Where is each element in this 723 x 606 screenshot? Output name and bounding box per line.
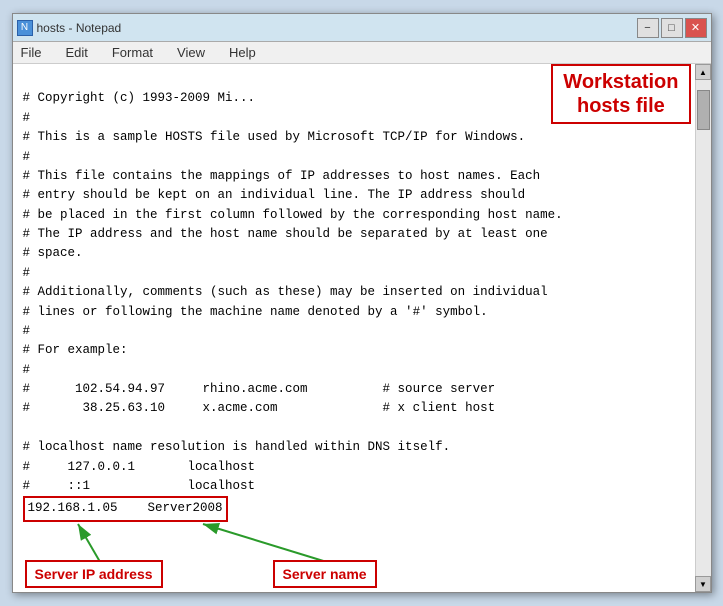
line1: # Copyright (c) 1993-2009 Mi... — [23, 91, 256, 105]
scrollbar-thumb[interactable] — [697, 90, 710, 130]
line16: # 102.54.94.97 rhino.acme.com # source s… — [23, 382, 496, 396]
entry-ip: 192.168.1.05 — [28, 501, 118, 515]
notepad-window: N hosts - Notepad − □ ✕ File Edit Format… — [12, 13, 712, 593]
menu-view[interactable]: View — [173, 43, 209, 62]
hosts-file-text[interactable]: # Copyright (c) 1993-2009 Mi... # # This… — [13, 64, 695, 592]
minimize-button[interactable]: − — [637, 18, 659, 38]
line13: # — [23, 324, 31, 338]
scrollbar-track[interactable] — [696, 80, 711, 576]
line21: # ::1 localhost — [23, 479, 256, 493]
hosts-entry-line: 192.168.1.05 Server2008 — [23, 496, 228, 521]
menu-help[interactable]: Help — [225, 43, 260, 62]
line11: # Additionally, comments (such as these)… — [23, 285, 548, 299]
scroll-up-arrow[interactable]: ▲ — [695, 64, 711, 80]
maximize-button[interactable]: □ — [661, 18, 683, 38]
vertical-scrollbar[interactable]: ▲ ▼ — [695, 64, 711, 592]
line8: # The IP address and the host name shoul… — [23, 227, 548, 241]
line14: # For example: — [23, 343, 128, 357]
line3: # This is a sample HOSTS file used by Mi… — [23, 130, 526, 144]
workstation-annotation-text: Workstationhosts file — [563, 71, 678, 117]
line15: # — [23, 363, 31, 377]
line4: # — [23, 150, 31, 164]
menu-file[interactable]: File — [17, 43, 46, 62]
line5: # This file contains the mappings of IP … — [23, 169, 541, 183]
scroll-down-arrow[interactable]: ▼ — [695, 576, 711, 592]
title-bar: N hosts - Notepad − □ ✕ — [13, 14, 711, 42]
entry-servername: Server2008 — [148, 501, 223, 515]
menu-bar: File Edit Format View Help — [13, 42, 711, 64]
line17: # 38.25.63.10 x.acme.com # x client host — [23, 401, 496, 415]
window-title: hosts - Notepad — [37, 21, 122, 35]
title-bar-left: N hosts - Notepad — [17, 20, 122, 36]
line19: # localhost name resolution is handled w… — [23, 440, 451, 454]
line20: # 127.0.0.1 localhost — [23, 460, 256, 474]
menu-edit[interactable]: Edit — [61, 43, 91, 62]
close-button[interactable]: ✕ — [685, 18, 707, 38]
line2: # — [23, 111, 31, 125]
content-area: Workstationhosts file # Copyright (c) 19… — [13, 64, 711, 592]
workstation-annotation-box: Workstationhosts file — [551, 64, 690, 124]
menu-format[interactable]: Format — [108, 43, 157, 62]
line9: # space. — [23, 246, 83, 260]
window-controls: − □ ✕ — [637, 18, 707, 38]
line7: # be placed in the first column followed… — [23, 208, 563, 222]
line6: # entry should be kept on an individual … — [23, 188, 526, 202]
app-icon: N — [17, 20, 33, 36]
line12: # lines or following the machine name de… — [23, 305, 488, 319]
line10: # — [23, 266, 31, 280]
